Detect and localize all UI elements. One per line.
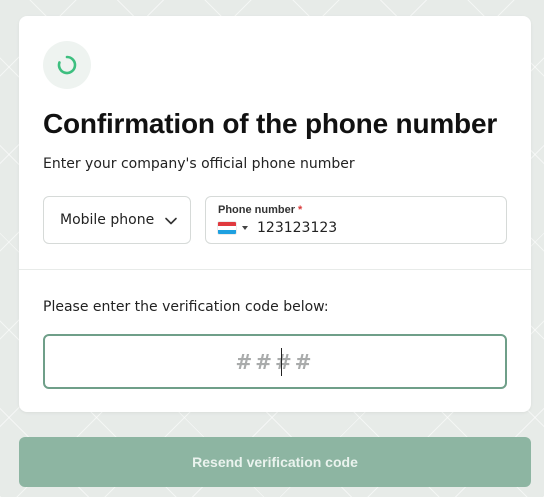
phone-type-select[interactable]: Mobile phone [43,196,191,244]
resend-code-label: Resend verification code [192,454,358,470]
verification-card: Confirmation of the phone number Enter y… [19,16,531,412]
country-dropdown-caret-icon[interactable] [242,226,248,230]
resend-code-button[interactable]: Resend verification code [19,437,531,487]
page-subtitle: Enter your company's official phone numb… [43,156,355,172]
netherlands-flag-icon[interactable] [218,222,236,234]
phone-number-field[interactable]: Phone number * 123123123 [205,196,507,244]
text-caret [281,348,282,376]
verification-code-placeholder: #### [235,349,315,374]
phone-number-value[interactable]: 123123123 [257,220,337,236]
page-title: Confirmation of the phone number [43,108,498,139]
phone-type-value: Mobile phone [60,212,155,228]
spinner-badge [43,41,91,89]
section-divider [19,269,531,270]
verification-code-input[interactable]: #### [43,334,507,389]
loading-spinner-icon [57,55,77,75]
phone-number-label: Phone number * [218,204,303,216]
chevron-down-icon [165,217,177,225]
verification-code-label: Please enter the verification code below… [43,299,329,315]
required-marker: * [298,204,303,216]
